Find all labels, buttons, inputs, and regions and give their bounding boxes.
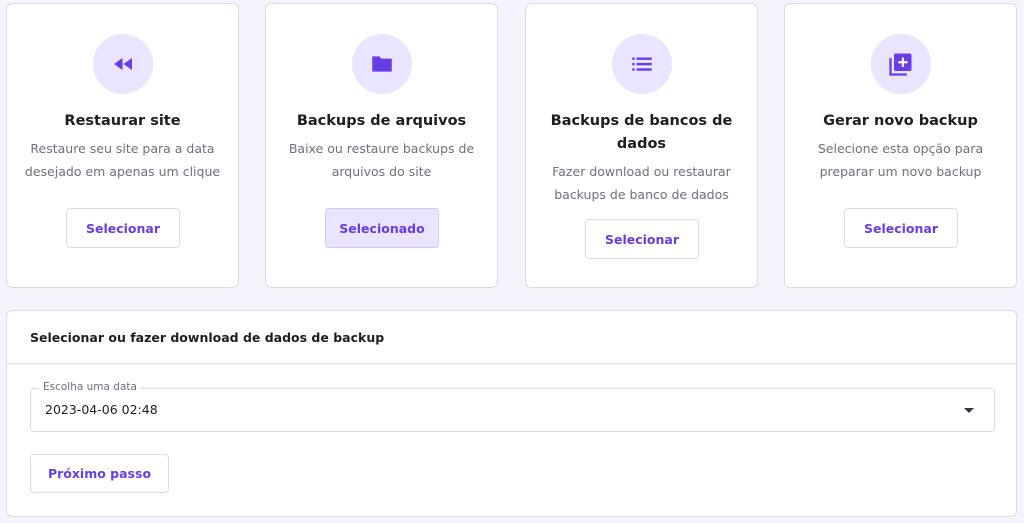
list-icon	[632, 57, 652, 71]
card-description: Selecione esta opção para preparar um no…	[817, 141, 984, 179]
card-restore-site: Restaurar site Restaure seu site para a …	[6, 3, 239, 288]
card-description: Fazer download ou restaurar backups de b…	[552, 164, 731, 202]
list-icon-circle	[612, 34, 672, 94]
card-title: Restaurar site	[64, 113, 181, 129]
folder-icon	[372, 56, 392, 72]
card-description: Restaure seu site para a data desejado e…	[24, 141, 221, 179]
card-file-backups: Backups de arquivos Baixe ou restaure ba…	[265, 3, 498, 288]
rewind-icon-circle	[93, 34, 153, 94]
date-select-value: 2023-04-06 02:48	[45, 402, 158, 417]
rewind-icon	[114, 58, 132, 70]
backup-options: Restaurar site Restaure seu site para a …	[6, 3, 1018, 288]
selected-file-backups-button[interactable]: Selecionado	[325, 208, 439, 248]
panel-title: Selecionar ou fazer download de dados de…	[30, 329, 385, 345]
add-box-icon	[889, 53, 912, 76]
next-step-button[interactable]: Próximo passo	[30, 454, 169, 493]
folder-icon-circle	[352, 34, 412, 94]
date-select-label: Escolha uma data	[39, 381, 141, 393]
select-generate-backup-button[interactable]: Selecionar	[844, 208, 958, 248]
add-box-icon-circle	[871, 34, 931, 94]
card-generate-backup: Gerar novo backup Selecione esta opção p…	[784, 3, 1017, 288]
card-title: Gerar novo backup	[823, 113, 978, 129]
card-database-backups: Backups de bancos de dados Fazer downloa…	[525, 3, 758, 288]
panel-header: Selecionar ou fazer download de dados de…	[7, 311, 1016, 364]
select-database-backups-button[interactable]: Selecionar	[585, 219, 699, 259]
chevron-down-icon	[964, 408, 974, 413]
card-title: Backups de bancos de dados	[550, 113, 733, 152]
card-title: Backups de arquivos	[296, 113, 467, 129]
select-restore-site-button[interactable]: Selecionar	[66, 208, 180, 248]
card-description: Baixe ou restaure backups de arquivos do…	[288, 141, 475, 179]
date-select[interactable]: Escolha uma data 2023-04-06 02:48	[30, 381, 995, 432]
backup-data-panel: Selecionar ou fazer download de dados de…	[6, 310, 1017, 517]
